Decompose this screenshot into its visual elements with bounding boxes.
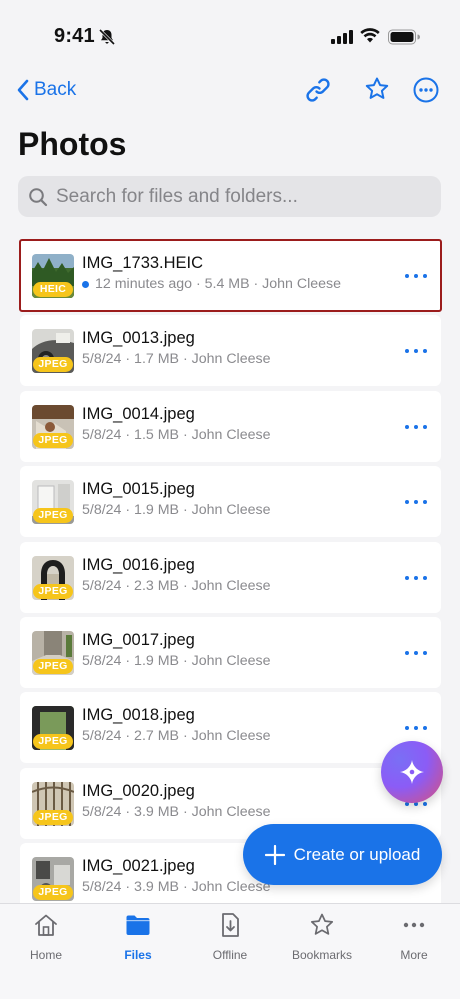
- file-thumbnail: JPEG: [32, 630, 74, 675]
- tab-more[interactable]: More: [368, 912, 460, 962]
- tab-offline[interactable]: Offline: [184, 912, 276, 962]
- file-row[interactable]: JPEG IMG_0016.jpeg 5/8/24 · 2.3 MB · Joh…: [20, 541, 441, 613]
- file-more-button[interactable]: [405, 266, 427, 286]
- create-or-upload-button[interactable]: Create or upload: [243, 824, 442, 885]
- tab-files[interactable]: Files: [92, 912, 184, 962]
- file-name: IMG_0013.jpeg: [82, 329, 195, 348]
- star-icon[interactable]: [364, 76, 390, 102]
- search-icon: [29, 187, 48, 206]
- file-more-button[interactable]: [405, 718, 427, 738]
- file-row[interactable]: JPEG IMG_0018.jpeg 5/8/24 · 2.7 MB · Joh…: [20, 692, 441, 764]
- file-type-badge: JPEG: [33, 508, 73, 524]
- tab-bookmarks[interactable]: Bookmarks: [276, 912, 368, 962]
- file-meta: 5/8/24 · 1.7 MB · John Cleese: [82, 351, 271, 368]
- file-type-badge: JPEG: [33, 583, 73, 599]
- sync-status-dot: [82, 280, 89, 288]
- file-row[interactable]: JPEG IMG_0013.jpeg 5/8/24 · 1.7 MB · Joh…: [20, 315, 441, 387]
- file-thumbnail: JPEG: [32, 555, 74, 600]
- file-more-button[interactable]: [405, 341, 427, 361]
- file-meta: 5/8/24 · 2.7 MB · John Cleese: [82, 728, 271, 745]
- file-name: IMG_0015.jpeg: [82, 480, 195, 499]
- offline-icon: [222, 913, 239, 937]
- back-label: Back: [34, 79, 77, 100]
- sparkle-icon: [400, 760, 424, 784]
- file-name: IMG_0014.jpeg: [82, 404, 195, 423]
- back-button[interactable]: Back: [16, 76, 76, 104]
- file-row[interactable]: JPEG IMG_0017.jpeg 5/8/24 · 1.9 MB · Joh…: [20, 616, 441, 688]
- file-more-button[interactable]: [405, 417, 427, 437]
- file-meta-text: 12 minutes ago · 5.4 MB · John Cleese: [95, 276, 342, 292]
- file-more-button[interactable]: [405, 492, 427, 512]
- wifi-icon: [360, 28, 380, 43]
- file-name: IMG_0018.jpeg: [82, 706, 195, 725]
- page-title: Photos: [18, 126, 127, 162]
- bell-muted-icon: [98, 28, 116, 46]
- tab-label: More: [400, 948, 428, 962]
- file-meta: 5/8/24 · 1.9 MB · John Cleese: [82, 652, 271, 669]
- file-type-badge: JPEG: [33, 885, 73, 901]
- file-thumbnail: JPEG: [32, 480, 74, 525]
- file-row[interactable]: JPEG IMG_0014.jpeg 5/8/24 · 1.5 MB · Joh…: [20, 390, 441, 462]
- search-input[interactable]: [56, 185, 441, 208]
- file-more-button[interactable]: [405, 568, 427, 588]
- file-type-badge: JPEG: [33, 357, 73, 373]
- file-meta: 5/8/24 · 1.9 MB · John Cleese: [82, 502, 271, 519]
- file-row[interactable]: JPEG IMG_0015.jpeg 5/8/24 · 1.9 MB · Joh…: [20, 466, 441, 538]
- file-name: IMG_0020.jpeg: [82, 781, 195, 800]
- file-type-badge: JPEG: [33, 432, 73, 448]
- file-name: IMG_1733.HEIC: [82, 254, 204, 272]
- more-options-icon[interactable]: [413, 77, 439, 103]
- tab-bar: Home Files Offline Bookmarks More: [0, 903, 460, 999]
- tab-label: Offline: [212, 948, 248, 962]
- file-name: IMG_0021.jpeg: [82, 857, 195, 876]
- chevron-left-icon: [17, 79, 29, 101]
- tab-label: Home: [29, 948, 62, 962]
- file-meta: 12 minutes ago · 5.4 MB · John Cleese: [82, 276, 341, 292]
- ai-assistant-button[interactable]: [381, 741, 443, 803]
- home-icon: [35, 914, 57, 936]
- plus-icon: [264, 844, 285, 865]
- file-name: IMG_0016.jpeg: [82, 555, 195, 574]
- file-list: HEIC IMG_1733.HEIC 12 minutes ago · 5.4 …: [19, 239, 442, 919]
- file-meta: 5/8/24 · 3.9 MB · John Cleese: [82, 879, 271, 896]
- tab-home[interactable]: Home: [0, 912, 92, 962]
- file-thumbnail: HEIC: [32, 254, 74, 298]
- file-thumbnail: JPEG: [32, 329, 74, 374]
- more-icon: [403, 922, 425, 928]
- file-type-badge: JPEG: [33, 809, 73, 825]
- file-more-button[interactable]: [405, 643, 427, 663]
- file-meta: 5/8/24 · 3.9 MB · John Cleese: [82, 803, 271, 820]
- signal-icon: [331, 30, 353, 44]
- search-bar[interactable]: [18, 176, 441, 217]
- file-type-badge: HEIC: [33, 282, 73, 297]
- file-meta: 5/8/24 · 2.3 MB · John Cleese: [82, 577, 271, 594]
- status-time: 9:41: [54, 25, 95, 47]
- file-type-badge: JPEG: [33, 658, 73, 674]
- status-bar: 9:41: [0, 0, 460, 70]
- file-thumbnail: JPEG: [32, 706, 74, 751]
- file-type-badge: JPEG: [33, 734, 73, 750]
- file-meta: 5/8/24 · 1.5 MB · John Cleese: [82, 426, 271, 443]
- link-icon[interactable]: [304, 76, 332, 104]
- create-button-label: Create or upload: [293, 844, 421, 864]
- file-thumbnail: JPEG: [32, 857, 74, 902]
- file-row[interactable]: HEIC IMG_1733.HEIC 12 minutes ago · 5.4 …: [19, 239, 442, 312]
- tab-label: Bookmarks: [291, 948, 353, 962]
- file-name: IMG_0017.jpeg: [82, 630, 195, 649]
- battery-icon: [388, 29, 420, 45]
- file-thumbnail: JPEG: [32, 781, 74, 826]
- file-thumbnail: JPEG: [32, 404, 74, 449]
- tab-label: Files: [124, 948, 152, 962]
- star-icon: [310, 913, 334, 935]
- folder-icon: [126, 915, 150, 935]
